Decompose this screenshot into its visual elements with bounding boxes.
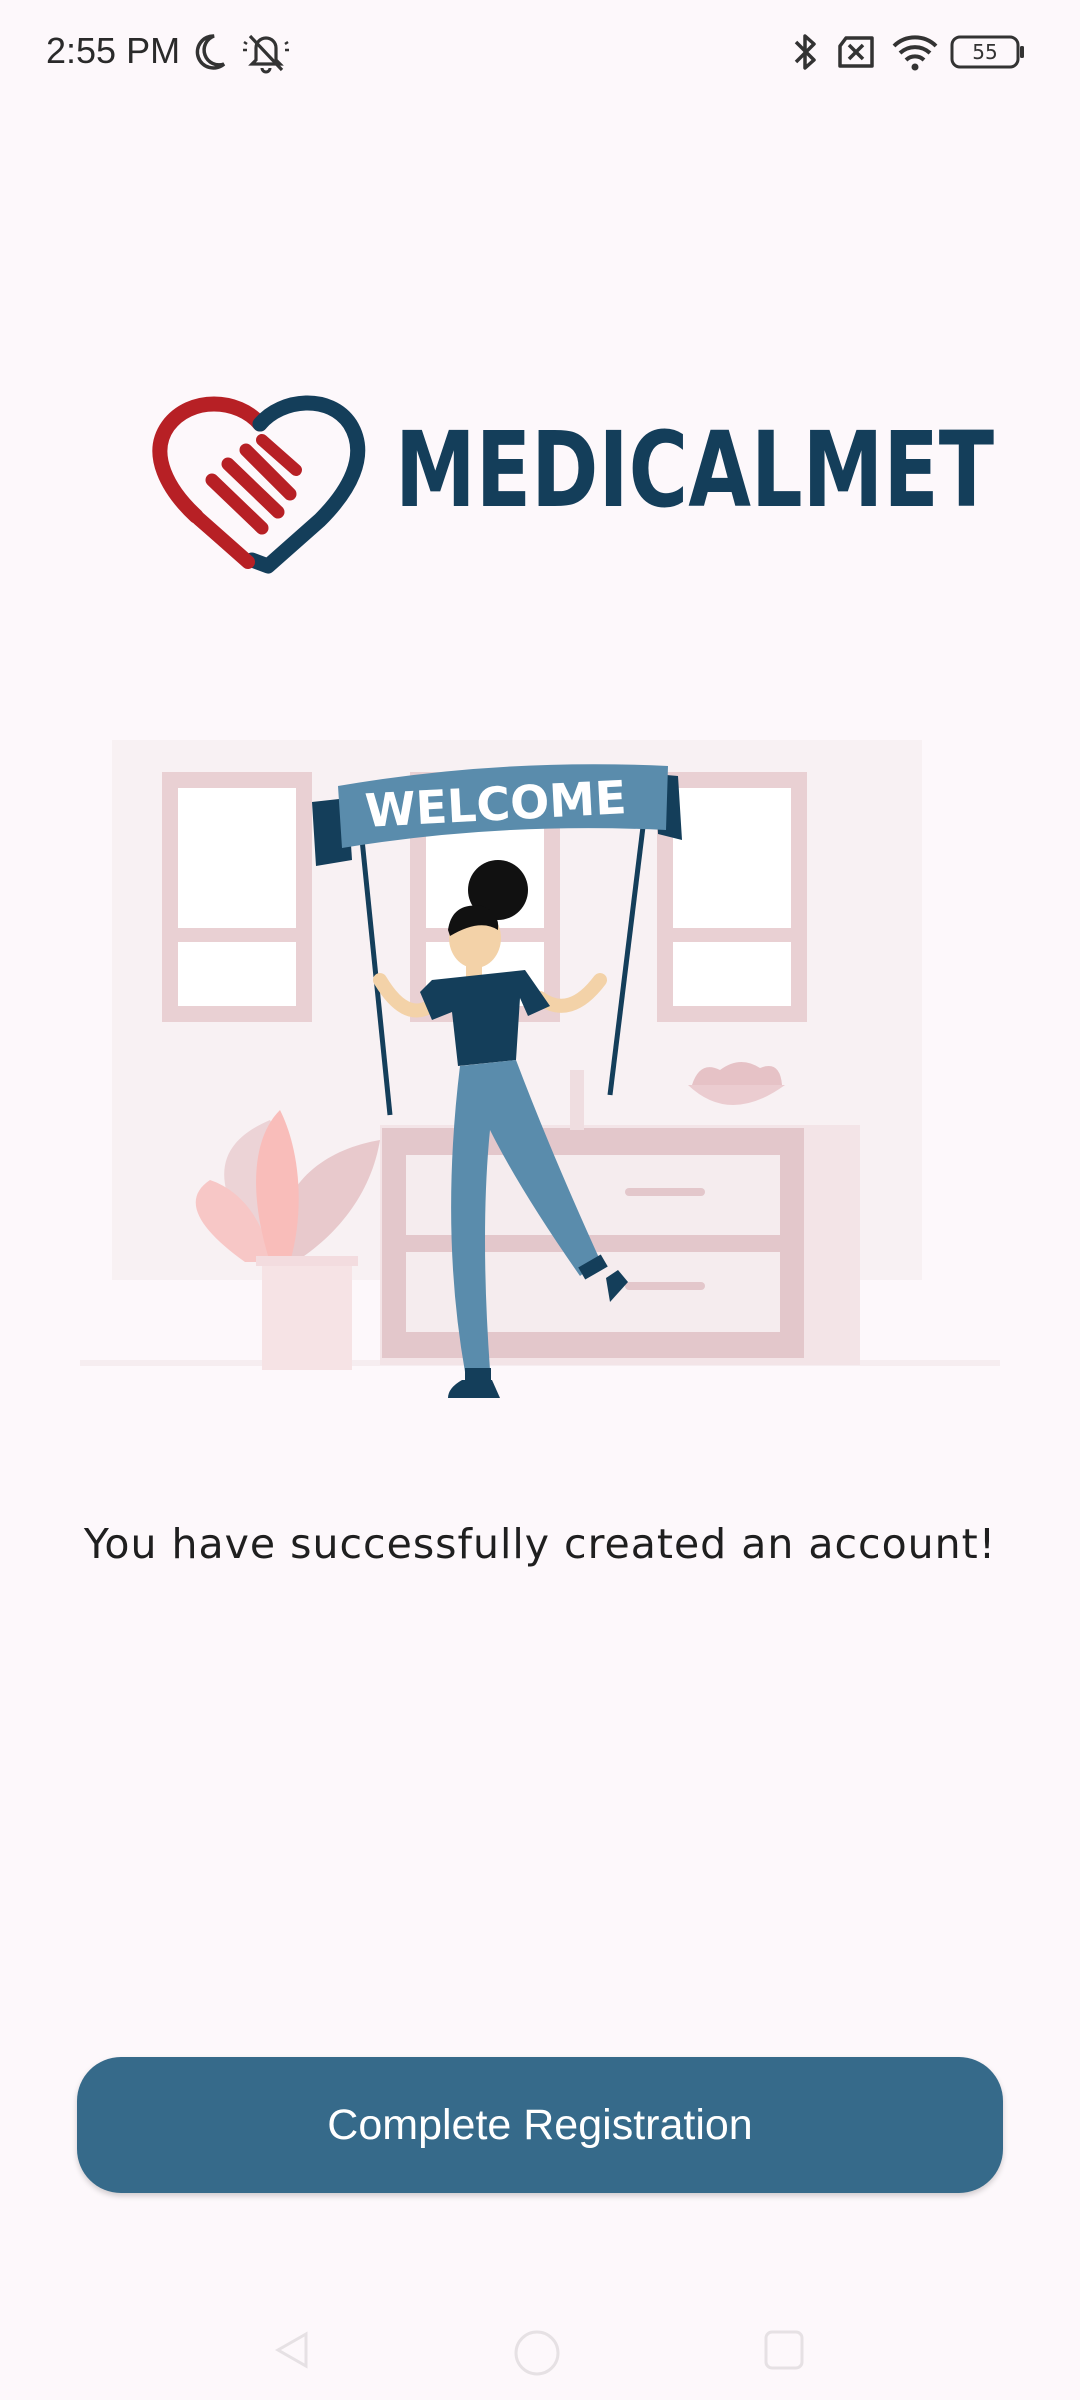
home-icon[interactable] xyxy=(512,2328,562,2383)
battery-level: 55 xyxy=(972,40,997,64)
navigation-bar xyxy=(0,2300,1080,2400)
no-sim-icon xyxy=(834,30,878,79)
wifi-icon xyxy=(890,30,940,79)
moon-icon xyxy=(190,30,230,79)
app-logo: MEDICALMET xyxy=(150,390,994,590)
bluetooth-icon xyxy=(790,30,820,79)
status-bar: 2:55 PM 55 xyxy=(0,0,1080,110)
complete-registration-button[interactable]: Complete Registration xyxy=(77,2057,1003,2193)
welcome-illustration: WELCOME xyxy=(80,730,1000,1440)
back-icon[interactable] xyxy=(270,2328,314,2377)
bell-off-icon xyxy=(242,30,290,79)
status-time: 2:55 PM xyxy=(46,30,181,71)
window-left xyxy=(162,772,312,1022)
logo-wordmark: MEDICALMET xyxy=(395,409,995,531)
battery-icon: 55 xyxy=(950,34,1026,75)
success-message: You have successfully created an account… xyxy=(83,1520,997,1568)
heart-hands-icon xyxy=(152,395,366,574)
recents-icon[interactable] xyxy=(762,2328,806,2377)
